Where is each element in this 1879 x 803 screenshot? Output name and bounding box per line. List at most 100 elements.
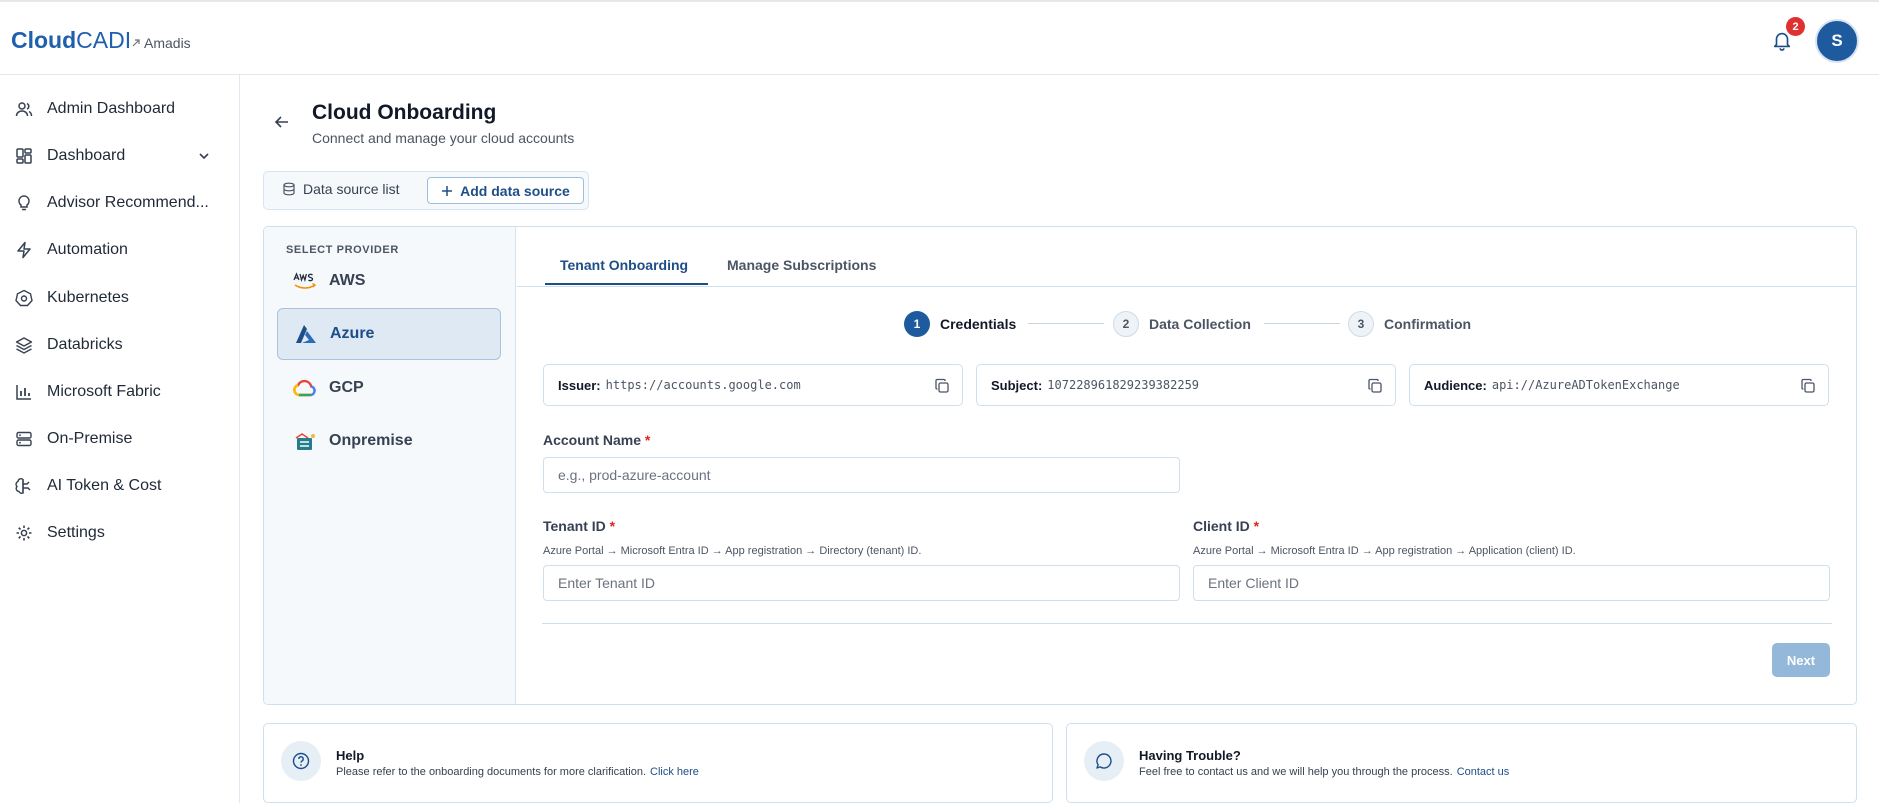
tenant-name: Amadis (144, 35, 191, 51)
users-icon (15, 102, 33, 117)
subject-key: Subject: (991, 377, 1043, 393)
sidebar-item-admin-dashboard[interactable]: Admin Dashboard (0, 89, 239, 129)
copy-icon[interactable] (1800, 378, 1816, 394)
brain-icon (15, 478, 31, 494)
sidebar-item-label: On-Premise (47, 430, 133, 447)
help-link[interactable]: Click here (650, 766, 699, 778)
tab-manage-subscriptions[interactable]: Manage Subscriptions (727, 257, 876, 273)
form-divider (542, 623, 1832, 624)
help-text: Please refer to the onboarding documents… (336, 766, 699, 778)
bolt-icon (17, 241, 31, 259)
add-data-source-tab[interactable]: Add data source (427, 177, 584, 204)
sidebar-item-label: Microsoft Fabric (47, 383, 161, 400)
tenant-switcher[interactable]: Amadis (131, 35, 191, 51)
provider-gcp[interactable]: GCP (277, 362, 501, 414)
step-confirmation: 3 Confirmation (1348, 311, 1471, 337)
tenant-id-label: Tenant ID * (543, 518, 615, 534)
app-logo[interactable]: CloudCADI (11, 27, 131, 54)
gear-icon (16, 525, 32, 541)
tab-tenant-onboarding[interactable]: Tenant Onboarding (560, 257, 688, 273)
step-number: 1 (904, 311, 930, 337)
step-label: Data Collection (1149, 316, 1251, 332)
step-credentials: 1 Credentials (904, 311, 1016, 337)
sidebar-item-advisor[interactable]: Advisor Recommend... (0, 183, 239, 223)
help-text-body: Please refer to the onboarding documents… (336, 766, 646, 778)
copy-icon[interactable] (934, 378, 950, 394)
sidebar-item-microsoft-fabric[interactable]: Microsoft Fabric (0, 372, 239, 412)
sidebar-item-label: Advisor Recommend... (47, 194, 209, 211)
step-number: 2 (1113, 311, 1139, 337)
data-source-list-tab[interactable]: Data source list (282, 181, 399, 197)
sidebar: Admin Dashboard Dashboard Advisor Recomm… (0, 75, 240, 803)
onpremise-logo-icon (291, 429, 319, 453)
client-id-input[interactable] (1193, 565, 1830, 601)
provider-label: GCP (329, 379, 364, 396)
sidebar-item-label: AI Token & Cost (47, 477, 162, 494)
sidebar-item-dashboard[interactable]: Dashboard (0, 136, 239, 176)
provider-label: Azure (330, 325, 375, 342)
trouble-title: Having Trouble? (1139, 748, 1241, 763)
tenant-id-hint: Azure Portal → Microsoft Entra ID → App … (543, 545, 922, 557)
sidebar-item-ai-token-cost[interactable]: AI Token & Cost (0, 466, 239, 506)
bar-chart-icon (16, 385, 31, 400)
trouble-text-body: Feel free to contact us and we will help… (1139, 766, 1453, 778)
onboarding-card: SELECT PROVIDER AWS Azure GCP Onpremise (263, 226, 1857, 705)
chevron-down-icon[interactable] (197, 149, 211, 163)
provider-label: Onpremise (329, 432, 413, 449)
trouble-card: Having Trouble? Feel free to contact us … (1066, 723, 1857, 803)
logo-cadi: CADI (76, 27, 132, 53)
add-data-source-label: Add data source (460, 182, 570, 199)
subject-value: 107228961829239382259 (1047, 378, 1200, 392)
dashboard-icon (16, 148, 32, 164)
provider-azure[interactable]: Azure (277, 308, 501, 360)
issuer-value: https://accounts.google.com (605, 378, 801, 392)
tenant-id-input[interactable] (543, 565, 1180, 601)
sidebar-item-settings[interactable]: Settings (0, 513, 239, 553)
step-data-collection: 2 Data Collection (1113, 311, 1251, 337)
sidebar-item-label: Kubernetes (47, 289, 129, 306)
sidebar-item-label: Dashboard (47, 147, 126, 164)
required-mark: * (609, 518, 616, 534)
onboarding-tabs: Tenant Onboarding Manage Subscriptions (517, 227, 1856, 287)
page-subtitle: Connect and manage your cloud accounts (312, 130, 575, 146)
next-button[interactable]: Next (1772, 643, 1830, 677)
page-title: Cloud Onboarding (312, 101, 497, 124)
step-label: Confirmation (1384, 316, 1472, 332)
client-id-label-text: Client ID (1193, 518, 1250, 534)
active-tab-indicator (545, 283, 708, 285)
question-icon (292, 752, 310, 770)
server-icon (16, 431, 32, 447)
sidebar-item-automation[interactable]: Automation (0, 230, 239, 270)
aws-logo-icon (291, 269, 319, 293)
chat-bubble-icon (1096, 753, 1112, 769)
lightbulb-icon (18, 195, 30, 211)
contact-us-link[interactable]: Contact us (1457, 766, 1510, 778)
step-label: Credentials (940, 316, 1017, 332)
trouble-text: Feel free to contact us and we will help… (1139, 766, 1509, 778)
required-mark: * (1253, 518, 1260, 534)
audience-value: api://AzureADTokenExchange (1491, 378, 1680, 392)
sidebar-item-databricks[interactable]: Databricks (0, 325, 239, 365)
sidebar-item-kubernetes[interactable]: Kubernetes (0, 278, 239, 318)
step-connector (1264, 323, 1340, 324)
top-header: CloudCADI Amadis 2 S (0, 0, 1879, 75)
provider-onpremise[interactable]: Onpremise (277, 415, 501, 467)
database-icon (283, 182, 295, 196)
client-id-hint: Azure Portal → Microsoft Entra ID → App … (1193, 545, 1576, 557)
plus-icon (442, 185, 453, 196)
required-mark: * (644, 432, 651, 448)
help-title: Help (336, 748, 365, 763)
audience-box: Audience: api://AzureADTokenExchange (1409, 364, 1829, 406)
sidebar-item-on-premise[interactable]: On-Premise (0, 419, 239, 459)
sidebar-item-label: Settings (47, 524, 105, 541)
sidebar-item-label: Automation (47, 241, 128, 258)
copy-icon[interactable] (1367, 378, 1383, 394)
account-name-label: Account Name * (543, 432, 650, 448)
back-arrow-icon[interactable] (274, 114, 290, 130)
external-link-icon (132, 39, 140, 47)
subject-box: Subject: 107228961829239382259 (976, 364, 1396, 406)
client-id-label: Client ID * (1193, 518, 1259, 534)
user-avatar[interactable]: S (1815, 19, 1859, 63)
account-name-input[interactable] (543, 457, 1180, 493)
provider-aws[interactable]: AWS (277, 255, 501, 307)
